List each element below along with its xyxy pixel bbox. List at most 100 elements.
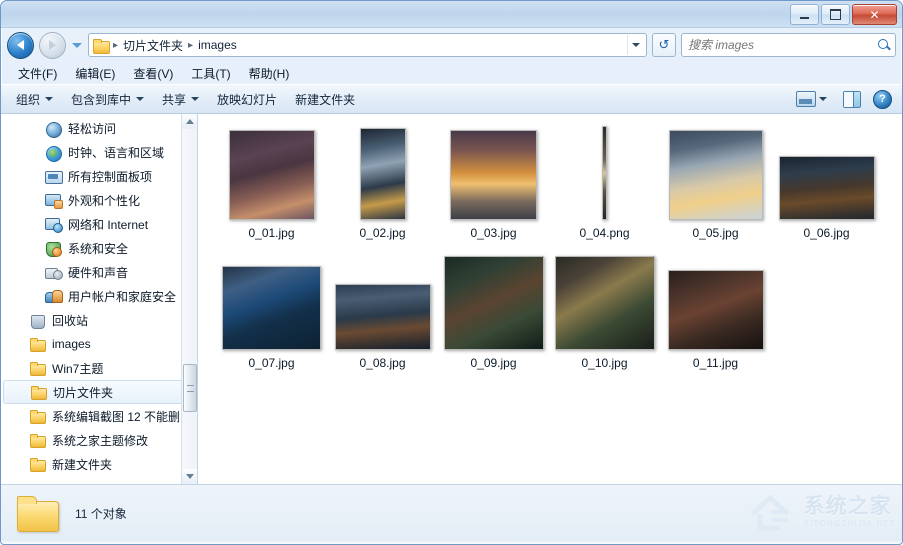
watermark: 系统之家 XITONGZHIJIA.NET [696, 485, 896, 539]
file-grid: 0_01.jpg 0_02.jpg 0_03.jpg 0_04.png 0_05.jpg… [216, 126, 902, 388]
sidebar-item-8[interactable]: 回收站 [1, 308, 197, 332]
file-thumbnail-wrapper [554, 256, 655, 350]
sidebar-item-14[interactable]: 新建文件夹 [1, 452, 197, 476]
slideshow-button[interactable]: 放映幻灯片 [208, 88, 286, 111]
file-thumbnail-wrapper [228, 128, 315, 220]
new-folder-button[interactable]: 新建文件夹 [286, 88, 364, 111]
title-bar: ✕ [1, 1, 902, 28]
scroll-up-button[interactable] [182, 114, 197, 129]
file-name: 0_08.jpg [359, 356, 406, 370]
sidebar-item-12[interactable]: 系统编辑截图 12 不能删 [1, 404, 197, 428]
menu-item-edit[interactable]: 编辑(E) [66, 63, 124, 84]
sidebar-item-0[interactable]: 轻松访问 [1, 116, 197, 140]
file-thumbnail [334, 284, 431, 350]
chevron-down-icon[interactable] [819, 97, 827, 101]
chevron-down-icon [71, 42, 82, 48]
file-list-view[interactable]: 0_01.jpg 0_02.jpg 0_03.jpg 0_04.png 0_05.jpg… [198, 114, 902, 484]
watermark-cn: 系统之家 [803, 495, 892, 518]
sidebar-item-label: 系统之家主题修改 [52, 433, 149, 448]
sidebar-item-6[interactable]: 硬件和声音 [1, 260, 197, 284]
folder-icon [29, 361, 46, 376]
file-item[interactable]: 0_01.jpg [216, 128, 327, 240]
file-name: 0_07.jpg [248, 356, 295, 370]
file-item[interactable]: 0_03.jpg [438, 128, 549, 240]
address-dropdown-button[interactable] [627, 35, 644, 55]
file-item[interactable]: 0_04.png [549, 126, 660, 240]
sidebar-item-9[interactable]: images [1, 332, 197, 356]
chevron-down-icon [191, 97, 200, 101]
folder-icon [29, 433, 46, 448]
sidebar-item-7[interactable]: 用户帐户和家庭安全 [1, 284, 197, 308]
file-thumbnail-wrapper [668, 128, 763, 220]
file-thumbnail-wrapper [667, 258, 764, 350]
sidebar-item-11[interactable]: 切片文件夹 [3, 380, 195, 404]
sidebar-item-5[interactable]: 系统和安全 [1, 236, 197, 260]
explorer-body: 轻松访问 时钟、语言和区域所有控制面板项外观和个性化 网络和 Internet 系统和… [1, 114, 902, 484]
file-thumbnail-wrapper [222, 258, 321, 350]
recycle-bin-icon [29, 313, 46, 329]
watermark-text: 系统之家 XITONGZHIJIA.NET [804, 496, 896, 528]
minimize-button[interactable] [790, 4, 819, 25]
include-in-library-button[interactable]: 包含到库中 [62, 88, 153, 111]
sidebar-item-10[interactable]: Win7主题 [1, 356, 197, 380]
breadcrumb[interactable]: ▸ 切片文件夹 ▸ images [88, 33, 647, 57]
address-bar: ▸ 切片文件夹 ▸ images ↺ [1, 28, 902, 62]
file-name: 0_01.jpg [248, 226, 295, 240]
network-internet-icon [45, 217, 63, 233]
window-controls: ✕ [790, 4, 897, 25]
file-item[interactable]: 0_07.jpg [216, 258, 327, 370]
history-dropdown-button[interactable] [70, 39, 83, 52]
file-item[interactable]: 0_11.jpg [660, 258, 771, 370]
file-item[interactable]: 0_06.jpg [771, 128, 882, 240]
watermark-en: XITONGZHIJIA.NET [803, 519, 896, 528]
file-item[interactable]: 0_02.jpg [327, 128, 438, 240]
breadcrumb-item-1[interactable]: images [195, 38, 240, 52]
search-box[interactable] [681, 33, 896, 57]
sidebar-item-13[interactable]: 系统之家主题修改 [1, 428, 197, 452]
sidebar-item-3[interactable]: 外观和个性化 [1, 188, 197, 212]
file-item[interactable]: 0_05.jpg [660, 128, 771, 240]
file-name: 0_10.jpg [581, 356, 628, 370]
sidebar-item-2[interactable]: 所有控制面板项 [1, 164, 197, 188]
toolbar-right-group: ? [796, 89, 896, 109]
sidebar-item-4[interactable]: 网络和 Internet [1, 212, 197, 236]
help-icon[interactable]: ? [873, 89, 892, 109]
close-button[interactable]: ✕ [852, 4, 897, 25]
chevron-down-icon [45, 97, 54, 101]
file-thumbnail [554, 256, 655, 350]
scrollbar-thumb[interactable] [183, 364, 197, 412]
breadcrumb-item-0[interactable]: 切片文件夹 [120, 37, 186, 54]
sidebar-item-label: 所有控制面板项 [68, 169, 153, 184]
status-text: 11 个对象 [75, 506, 127, 521]
file-item[interactable]: 0_09.jpg [438, 256, 549, 370]
breadcrumb-separator-0: ▸ [113, 39, 119, 51]
file-thumbnail [602, 126, 607, 220]
file-item[interactable]: 0_08.jpg [327, 258, 438, 370]
share-button[interactable]: 共享 [153, 88, 208, 111]
chevron-down-icon [632, 43, 640, 47]
folder-icon [29, 409, 46, 424]
file-thumbnail-wrapper [334, 258, 431, 350]
sidebar-item-label: 系统编辑截图 12 不能删 [52, 409, 181, 424]
user-accounts-family-safety-icon [45, 289, 63, 304]
file-thumbnail-wrapper [359, 128, 406, 220]
search-input[interactable] [686, 37, 877, 53]
back-button[interactable] [7, 31, 34, 59]
menu-item-file[interactable]: 文件(F) [9, 63, 66, 84]
file-thumbnail [228, 130, 315, 220]
maximize-button[interactable] [821, 4, 850, 25]
forward-button[interactable] [39, 31, 66, 59]
sidebar-item-1[interactable]: 时钟、语言和区域 [1, 140, 197, 164]
menu-item-tools[interactable]: 工具(T) [182, 63, 239, 84]
refresh-button[interactable]: ↺ [652, 33, 676, 57]
all-control-panel-items-icon [45, 169, 63, 184]
menu-item-help[interactable]: 帮助(H) [240, 63, 299, 84]
navigation-scrollbar[interactable] [181, 114, 197, 484]
view-mode-icon[interactable] [796, 91, 816, 107]
file-thumbnail [443, 256, 544, 350]
preview-pane-icon[interactable] [843, 90, 861, 108]
file-item[interactable]: 0_10.jpg [549, 256, 660, 370]
menu-item-view[interactable]: 查看(V) [124, 63, 182, 84]
scroll-down-button[interactable] [182, 469, 197, 484]
organize-button[interactable]: 组织 [7, 88, 62, 111]
